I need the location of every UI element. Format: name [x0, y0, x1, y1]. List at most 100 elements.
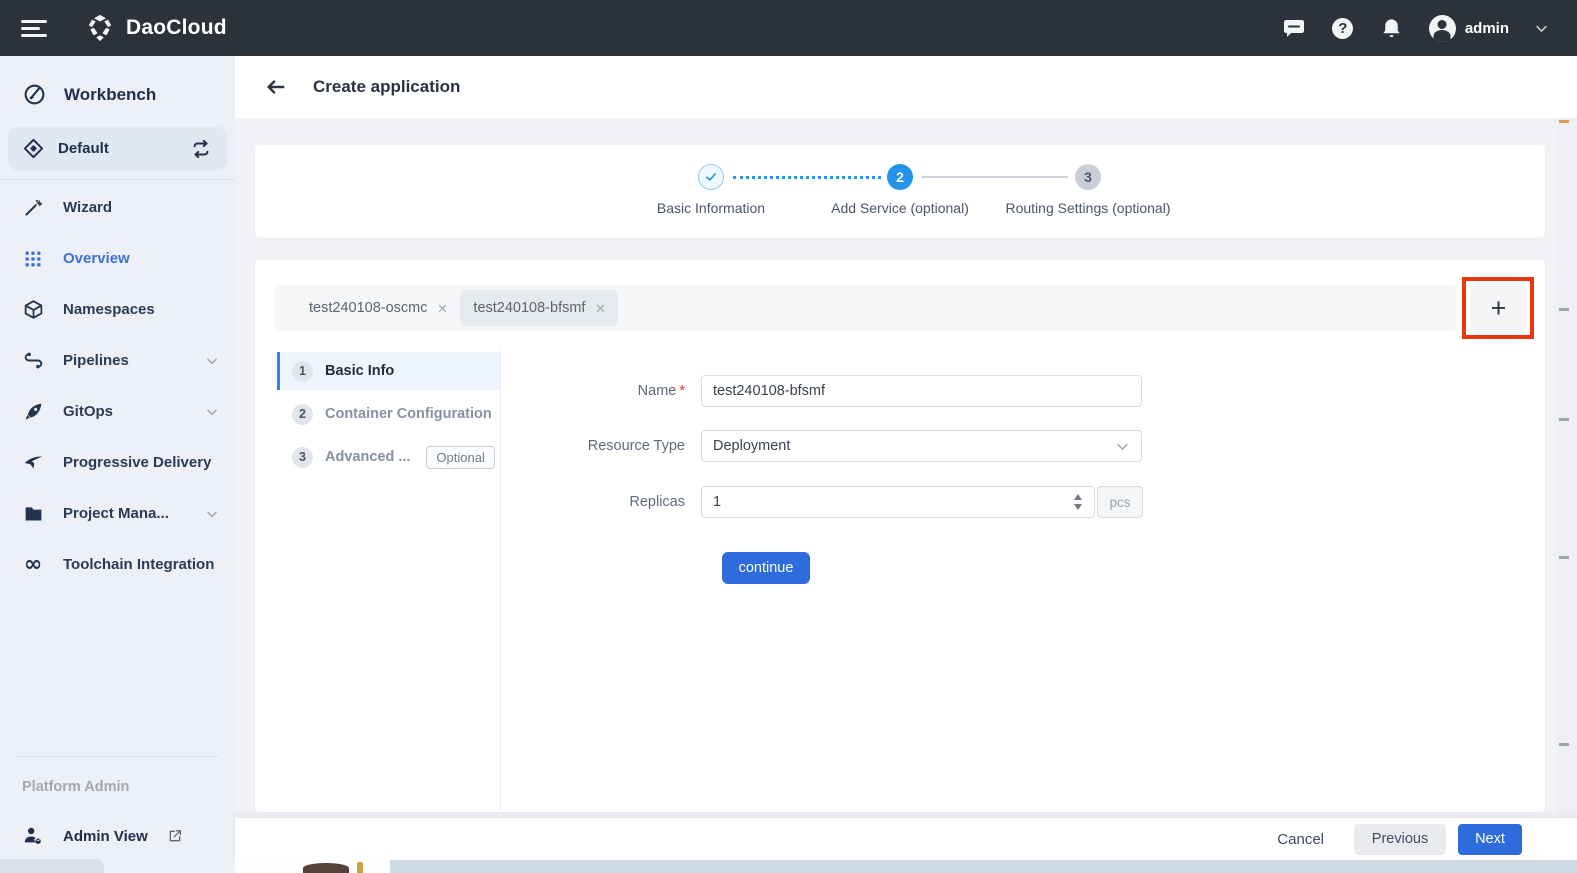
paper-plane-icon [22, 452, 44, 473]
previous-button[interactable]: Previous [1354, 823, 1446, 855]
pipeline-icon [22, 350, 44, 371]
subnav-item-basic-info[interactable]: 1 Basic Info [277, 352, 500, 390]
sidebar-item-wizard[interactable]: Wizard [0, 182, 235, 233]
sidebar-item-progressive-delivery[interactable]: Progressive Delivery [0, 437, 235, 488]
sidebar-item-workbench[interactable]: Workbench [0, 56, 235, 123]
chevron-down-icon [205, 507, 219, 521]
cube-icon [22, 299, 44, 320]
workspace-label: Default [58, 140, 109, 157]
sidebar-item-label: Progressive Delivery [63, 454, 212, 471]
resource-type-field-row: Resource Type Deployment [501, 430, 1142, 462]
replicas-field-row: Replicas pcs [501, 486, 1143, 518]
rocket-icon [22, 401, 44, 422]
brand-name: DaoCloud [126, 16, 227, 39]
avatar-icon [1428, 14, 1456, 42]
subnav-step-number: 2 [292, 403, 313, 425]
scrollbar-track[interactable] [1555, 118, 1577, 818]
sidebar-item-admin-view[interactable]: Admin View [0, 795, 235, 859]
sidebar-item-gitops[interactable]: GitOps [0, 386, 235, 437]
external-link-icon [167, 828, 183, 844]
sidebar-nav: Wizard Overview Namespaces Pipelines Git… [0, 182, 235, 590]
switch-workspace-icon[interactable] [190, 138, 212, 160]
close-icon[interactable]: × [595, 300, 605, 317]
chevron-down-icon [205, 354, 219, 368]
admin-user-icon [22, 825, 44, 847]
scrollbar-mark [1559, 308, 1569, 311]
replicas-label: Replicas [629, 494, 685, 510]
wizard-footer: Cancel Previous Next [235, 818, 1577, 860]
sidebar-item-toolchain-integration[interactable]: ∞ Toolchain Integration [0, 539, 235, 590]
number-stepper[interactable] [1074, 486, 1088, 518]
page-header: Create application [235, 56, 1577, 118]
cancel-button[interactable]: Cancel [1277, 831, 1324, 848]
resource-type-label: Resource Type [587, 438, 685, 454]
stepper-down-icon[interactable] [1074, 504, 1082, 510]
app-root: DaoCloud ? admin Workbench Default Wizar… [0, 0, 1577, 873]
resource-type-value: Deployment [713, 438, 791, 454]
sidebar-item-label: Overview [63, 250, 130, 267]
step-number: 3 [1075, 164, 1101, 190]
main-content: Create application Basic Information 2 A… [235, 56, 1577, 873]
subnav-item-container-configuration[interactable]: 2 Container Configuration [277, 395, 500, 433]
brand[interactable]: DaoCloud [85, 13, 227, 43]
step-number: 2 [887, 164, 913, 190]
next-button[interactable]: Next [1458, 823, 1522, 855]
cutoff-image-fragment [357, 862, 363, 873]
subnav-label: Advanced ... [325, 449, 411, 465]
admin-view-label: Admin View [63, 827, 148, 845]
wand-icon [22, 197, 44, 218]
chevron-down-icon [205, 405, 219, 419]
help-icon[interactable]: ? [1331, 16, 1355, 40]
sidebar-item-label: Project Mana... [63, 505, 169, 522]
user-menu[interactable]: admin [1428, 14, 1549, 42]
workbench-label: Workbench [64, 84, 157, 104]
add-service-button[interactable]: + [1470, 284, 1527, 332]
bottom-cutoff-strip [235, 860, 1577, 873]
workspace-selector[interactable]: Default [8, 127, 227, 170]
tab-test240108-bfsmf[interactable]: test240108-bfsmf × [460, 290, 619, 326]
replicas-input[interactable] [701, 486, 1095, 518]
required-asterisk: * [679, 383, 685, 399]
workbench-icon [22, 82, 47, 107]
subnav-label: Container Configuration [325, 406, 492, 422]
service-tabs-bar: test240108-oscmc × test240108-bfsmf × [275, 285, 1457, 331]
scrollbar-mark [1559, 120, 1569, 123]
tab-test240108-oscmc[interactable]: test240108-oscmc × [296, 290, 460, 326]
message-icon[interactable] [1282, 16, 1306, 40]
chevron-down-icon [1115, 439, 1130, 454]
daocloud-logo-icon [85, 13, 115, 43]
sidebar-item-pipelines[interactable]: Pipelines [0, 335, 235, 386]
topbar-actions: ? admin [1282, 14, 1577, 42]
notification-bell-icon[interactable] [1380, 16, 1404, 40]
folder-icon [22, 503, 44, 524]
scrollbar-mark [1559, 556, 1569, 559]
grid-dots-icon [22, 249, 44, 269]
sidebar-item-label: GitOps [63, 403, 114, 420]
subnav-item-advanced[interactable]: 3 Advanced ... Optional [277, 438, 500, 476]
sidebar-bottom: Platform Admin Admin View [0, 756, 235, 873]
hamburger-menu-icon[interactable] [21, 16, 47, 41]
cutoff-image-fragment [303, 863, 349, 873]
sidebar-item-label: Wizard [63, 199, 113, 216]
resource-type-select[interactable]: Deployment [701, 430, 1142, 462]
form-subnav: 1 Basic Info 2 Container Configuration 3… [277, 352, 500, 476]
back-arrow-icon[interactable] [265, 76, 287, 98]
sidebar-item-project-management[interactable]: Project Mana... [0, 488, 235, 539]
optional-badge: Optional [426, 445, 495, 469]
sidebar-item-label: Toolchain Integration [63, 556, 215, 573]
infinity-icon: ∞ [23, 551, 43, 577]
continue-button[interactable]: continue [722, 552, 810, 584]
close-icon[interactable]: × [437, 300, 447, 317]
subnav-step-number: 1 [292, 360, 313, 382]
sidebar-item-label: Namespaces [63, 301, 155, 318]
sidebar-item-label: Pipelines [63, 352, 129, 369]
name-input[interactable] [701, 375, 1142, 407]
sidebar-item-overview[interactable]: Overview [0, 233, 235, 284]
stepper-up-icon[interactable] [1074, 494, 1082, 500]
sidebar-item-namespaces[interactable]: Namespaces [0, 284, 235, 335]
tab-label: test240108-bfsmf [473, 300, 586, 316]
sidebar-foot-tab [0, 859, 104, 873]
page-title: Create application [313, 77, 461, 96]
form-card: test240108-oscmc × test240108-bfsmf × + … [255, 260, 1545, 812]
scrollbar-mark [1559, 418, 1569, 421]
